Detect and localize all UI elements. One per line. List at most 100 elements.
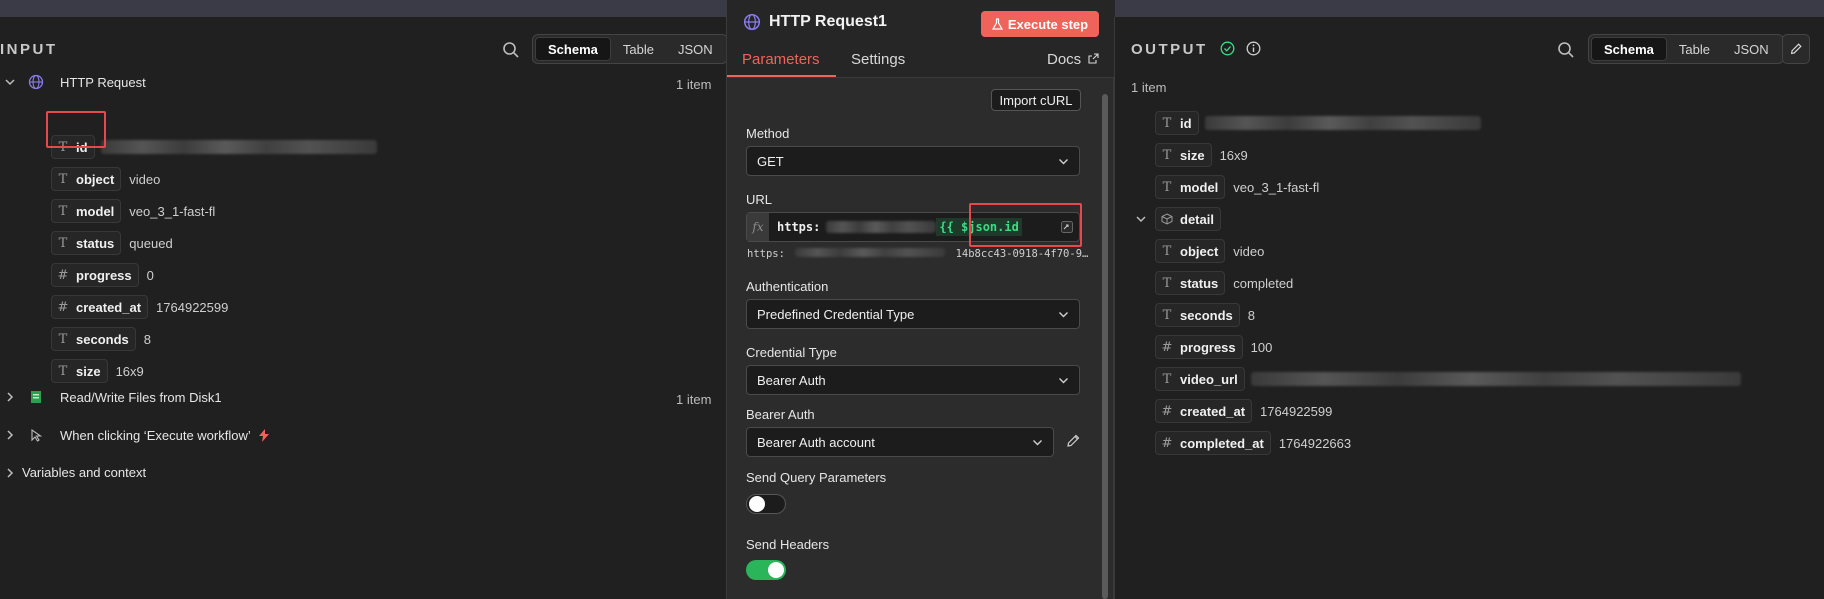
tab-settings[interactable]: Settings [851, 51, 905, 68]
field-value: 8 [143, 331, 151, 347]
string-type-icon: T [1162, 275, 1172, 291]
field-key: seconds [76, 331, 129, 347]
url-preview-start: https: [747, 248, 785, 260]
lightning-icon [258, 428, 269, 442]
schema-field[interactable]: # progress 100 [1155, 335, 1272, 359]
credential-type-value: Bearer Auth [757, 372, 826, 388]
authentication-select[interactable]: Predefined Credential Type [746, 299, 1080, 329]
tree-node-http-request[interactable]: HTTP Request [4, 74, 146, 90]
field-key: model [76, 203, 115, 219]
highlight-box [46, 111, 106, 148]
method-select[interactable]: GET [746, 146, 1080, 176]
field-key: object [76, 171, 115, 187]
schema-field[interactable]: Tobject video [51, 167, 160, 191]
tree-node-manual-trigger[interactable]: When clicking ‘Execute workflow’ [4, 427, 269, 443]
tree-node-read-write-files[interactable]: Read/Write Files from Disk1 [4, 389, 222, 405]
field-key: detail [1180, 211, 1214, 227]
schema-field[interactable]: # created_at 1764922599 [51, 295, 228, 319]
node-name: When clicking ‘Execute workflow’ [60, 427, 251, 443]
input-view-json[interactable]: JSON [666, 37, 725, 61]
method-label: Method [746, 126, 790, 141]
globe-icon [28, 74, 44, 90]
docs-label: Docs [1047, 51, 1082, 68]
bearer-auth-select[interactable]: Bearer Auth account [746, 427, 1054, 457]
schema-field[interactable]: Tobject video [1155, 239, 1264, 263]
string-type-icon: T [58, 235, 68, 251]
string-type-icon: T [58, 171, 68, 187]
active-tab-indicator [727, 75, 836, 77]
node-parameters-panel: HTTP Request1 Execute step Parameters Se… [726, 0, 1115, 599]
info-icon[interactable] [1246, 41, 1261, 56]
schema-field[interactable]: Tseconds 8 [51, 327, 151, 351]
chevron-right-icon[interactable] [4, 467, 16, 479]
edit-output-button[interactable] [1782, 34, 1810, 64]
schema-field[interactable]: # completed_at 1764922663 [1155, 431, 1351, 455]
schema-field[interactable]: Tstatus completed [1155, 271, 1293, 295]
credential-type-select[interactable]: Bearer Auth [746, 365, 1080, 395]
field-value: completed [1233, 275, 1294, 291]
bearer-auth-value: Bearer Auth account [757, 434, 875, 450]
bearer-auth-label: Bearer Auth [746, 407, 815, 422]
schema-field[interactable]: Tstatus queued [51, 231, 173, 255]
send-headers-toggle[interactable] [746, 560, 786, 580]
docs-link[interactable]: Docs [1047, 51, 1099, 68]
scrollbar-thumb[interactable] [1102, 94, 1108, 599]
schema-field[interactable]: Tseconds 8 [1155, 303, 1255, 327]
schema-field[interactable]: Tvideo_url [1155, 367, 1741, 391]
schema-object-detail[interactable]: detail [1135, 207, 1221, 231]
chevron-down-icon [1059, 312, 1068, 318]
schema-field[interactable]: # progress 0 [51, 263, 154, 287]
schema-field[interactable]: Tid [1155, 111, 1481, 135]
node-name: HTTP Request [60, 74, 146, 90]
string-type-icon: T [1162, 179, 1172, 195]
string-type-icon: T [58, 331, 68, 347]
object-cube-icon [1161, 213, 1173, 225]
field-key: created_at [76, 299, 142, 315]
search-icon[interactable] [1557, 41, 1575, 59]
send-query-label: Send Query Parameters [746, 470, 887, 485]
input-view-table[interactable]: Table [611, 37, 666, 61]
input-view-schema[interactable]: Schema [535, 37, 611, 61]
field-key: id [1180, 115, 1192, 131]
pencil-icon[interactable] [1065, 433, 1081, 449]
chevron-down-icon[interactable] [4, 76, 16, 88]
string-type-icon: T [1162, 115, 1172, 131]
execute-step-button[interactable]: Execute step [981, 11, 1099, 37]
tab-parameters[interactable]: Parameters [742, 51, 820, 68]
globe-icon [743, 13, 761, 31]
field-value: 16x9 [115, 363, 144, 379]
field-key: object [1180, 243, 1219, 259]
field-key: seconds [1180, 307, 1233, 323]
chevron-right-icon[interactable] [4, 429, 16, 441]
scrollbar[interactable] [1101, 88, 1109, 599]
import-curl-button[interactable]: Import cURL [991, 89, 1081, 111]
field-key: progress [1180, 339, 1236, 355]
chevron-down-icon [1033, 440, 1042, 446]
search-icon[interactable] [502, 41, 520, 59]
schema-field[interactable]: Tmodel veo_3_1-fast-fl [1155, 175, 1319, 199]
chevron-right-icon[interactable] [4, 391, 16, 403]
output-view-table[interactable]: Table [1667, 37, 1722, 61]
schema-field[interactable]: # created_at 1764922599 [1155, 399, 1332, 423]
output-view-schema[interactable]: Schema [1591, 37, 1667, 61]
external-link-icon [1088, 53, 1099, 64]
item-count: 1 item [676, 392, 712, 407]
toggle-knob [768, 562, 784, 578]
string-type-icon: T [1162, 147, 1172, 163]
tree-node-variables[interactable]: Variables and context [4, 465, 146, 480]
redacted-value [100, 140, 377, 154]
output-view-json[interactable]: JSON [1722, 37, 1781, 61]
redacted-value [1204, 116, 1481, 130]
schema-field[interactable]: Tmodel veo_3_1-fast-fl [51, 199, 215, 223]
number-type-icon: # [57, 299, 69, 315]
schema-field[interactable]: Tsize 16x9 [51, 359, 144, 383]
highlight-box [969, 203, 1082, 247]
field-value: 1764922663 [1278, 435, 1352, 451]
chevron-down-icon[interactable] [1135, 213, 1147, 225]
send-query-toggle[interactable] [746, 494, 786, 514]
authentication-value: Predefined Credential Type [757, 306, 915, 322]
node-title: HTTP Request1 [769, 13, 887, 30]
field-value: video [1233, 243, 1265, 259]
schema-field[interactable]: Tsize 16x9 [1155, 143, 1248, 167]
field-value: 100 [1250, 339, 1273, 355]
